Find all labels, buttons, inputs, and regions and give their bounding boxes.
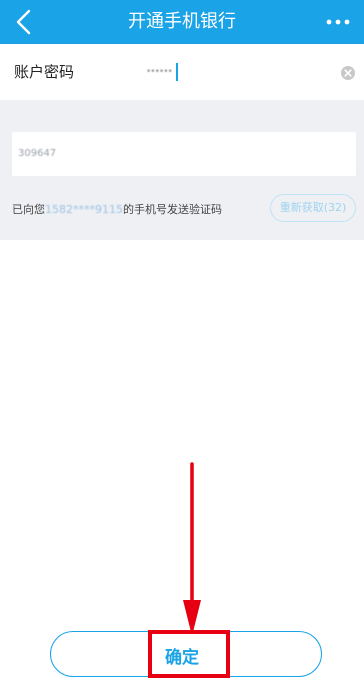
verification-code-input[interactable]: 309647 <box>12 132 356 176</box>
annotation-arrow <box>183 462 201 636</box>
sent-prefix: 已向您 <box>12 203 45 216</box>
back-button[interactable] <box>6 0 42 44</box>
verification-code-value: 309647 <box>18 148 57 159</box>
password-label: 账户密码 <box>14 63 75 81</box>
sent-suffix: 的手机号发送验证码 <box>123 203 222 216</box>
password-input[interactable]: •••••• <box>140 62 320 82</box>
chevron-left-icon <box>16 9 31 35</box>
password-row: 账户密码 •••••• <box>0 44 364 100</box>
text-caret <box>176 63 178 81</box>
app-header: 开通手机银行 <box>0 0 364 44</box>
password-masked-value: •••••• <box>146 67 173 77</box>
resend-code-button[interactable]: 重新获取(32) <box>270 194 356 222</box>
confirm-button[interactable] <box>50 631 322 677</box>
sms-sent-notice: 已向您1582****9115的手机号发送验证码 <box>12 202 222 218</box>
more-button[interactable] <box>318 0 358 44</box>
clear-circle-icon[interactable] <box>340 65 356 81</box>
masked-phone-number: 1582****9115 <box>45 203 123 216</box>
verification-section: 309647 已向您1582****9115的手机号发送验证码 重新获取(32) <box>0 100 364 240</box>
more-horizontal-icon <box>326 19 350 25</box>
page-title: 开通手机银行 <box>128 11 236 32</box>
